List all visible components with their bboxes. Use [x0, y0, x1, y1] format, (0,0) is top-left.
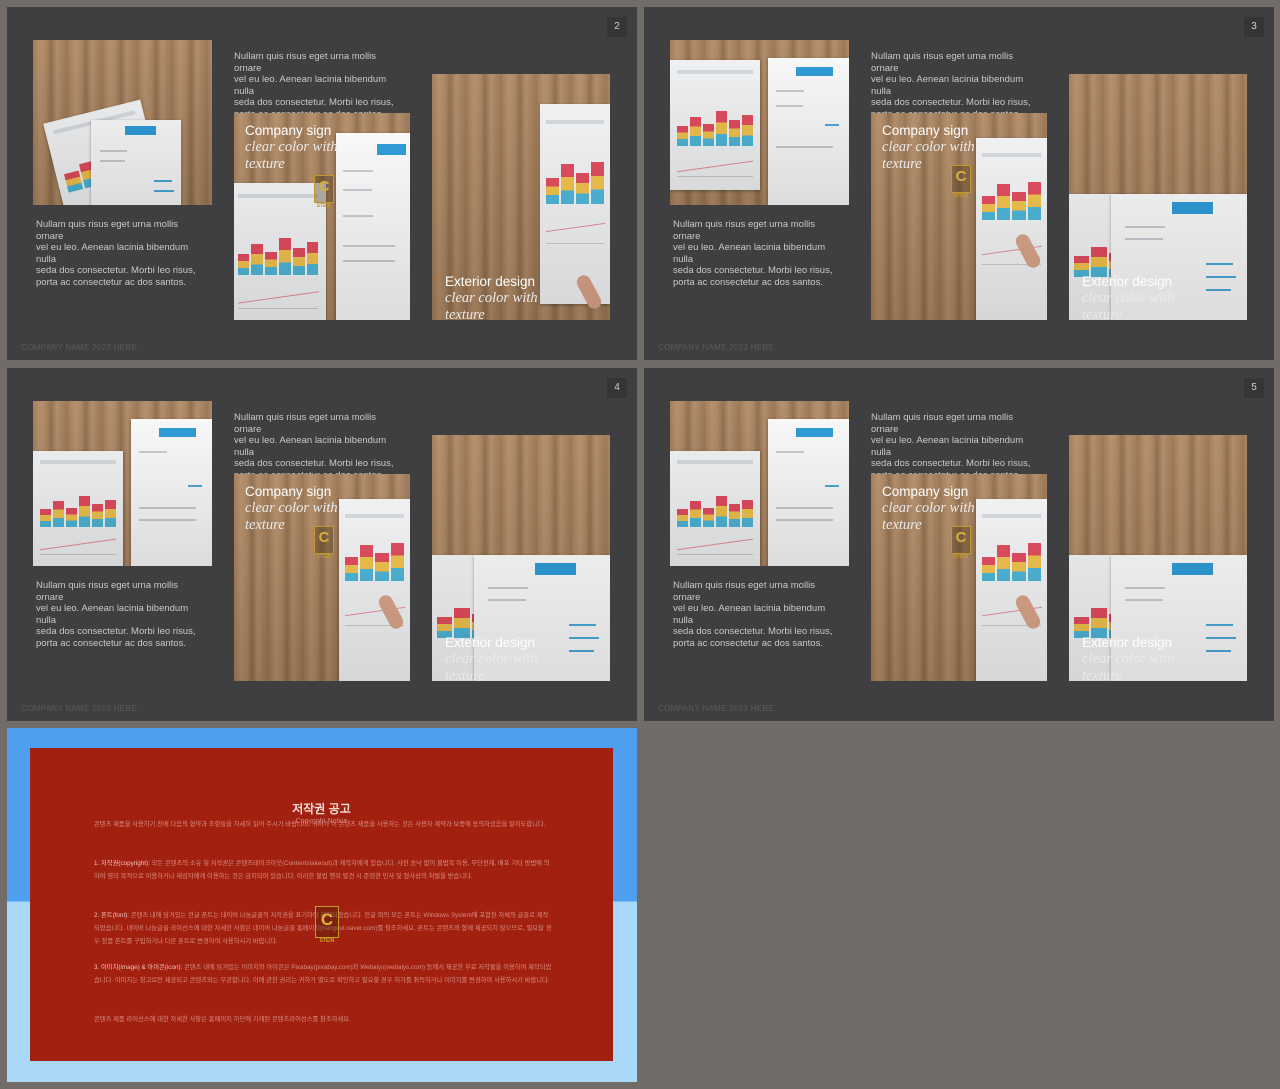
slide-number: 4: [607, 378, 627, 398]
caption-exterior-design: Exterior design clear color with texture: [1082, 274, 1175, 323]
caption-title: Exterior design: [1082, 274, 1173, 289]
photo-top-left: [670, 40, 849, 205]
brand-logo-badge: C STEIN: [314, 175, 334, 209]
caption-subtitle: clear color with texture: [245, 139, 338, 172]
copyright-intro: 콘텐츠 제품을 사용하기 전에 다음의 협약과 조항들을 자세히 읽어 주시기 …: [94, 821, 546, 828]
caption-title: Exterior design: [1082, 635, 1173, 650]
paragraph-top: Nullam quis risus eget urna mollis ornar…: [234, 412, 394, 481]
paragraph-bottom: Nullam quis risus eget urna mollis ornar…: [673, 580, 833, 649]
slide-number: 5: [1244, 378, 1264, 398]
copyright-title: 저작권 공고: [292, 802, 351, 816]
caption-exterior-design: Exterior design clear color with texture: [445, 274, 538, 323]
copyright-section-3: 3. 이미지(image) & 아이콘(icon): 콘텐츠 내에 담겨있는 이…: [94, 964, 552, 984]
caption-company-sign: Company sign clear color with texture: [882, 123, 975, 172]
caption-subtitle: clear color with texture: [245, 500, 338, 533]
slide-5[interactable]: 5 Nullam quis risus eget urna mollis orn…: [644, 368, 1274, 721]
caption-title: Company sign: [245, 123, 332, 138]
caption-title: Exterior design: [445, 635, 536, 650]
paragraph-top: Nullam quis risus eget urna mollis ornar…: [234, 51, 394, 120]
photo-top-left: [33, 40, 212, 205]
paragraph-bottom: Nullam quis risus eget urna mollis ornar…: [36, 580, 196, 649]
brand-logo-badge: C STEIN: [315, 906, 339, 944]
slide-2[interactable]: 2 Nullam quis risus eget urna mollis orn…: [7, 7, 637, 360]
paragraph-bottom: Nullam quis risus eget urna mollis ornar…: [673, 219, 833, 288]
caption-subtitle: clear color with texture: [1082, 290, 1175, 323]
caption-title: Company sign: [882, 123, 969, 138]
paragraph-top: Nullam quis risus eget urna mollis ornar…: [871, 51, 1031, 120]
caption-company-sign: Company sign clear color with texture: [245, 484, 338, 533]
caption-exterior-design: Exterior design clear color with texture: [445, 635, 538, 684]
paragraph-bottom: Nullam quis risus eget urna mollis ornar…: [36, 219, 196, 288]
copyright-outro: 콘텐츠 제품 라이선스에 대한 자세한 사항은 홈페이지 하단에 기재된 콘텐츠…: [94, 1016, 351, 1023]
caption-subtitle: clear color with texture: [882, 139, 975, 172]
caption-title: Company sign: [882, 484, 969, 499]
slide-4[interactable]: 4 Nullam quis risus eget urna mollis orn…: [7, 368, 637, 721]
caption-subtitle: clear color with texture: [445, 290, 538, 323]
caption-title: Company sign: [245, 484, 332, 499]
photo-top-left: [33, 401, 212, 566]
copyright-section-1: 1. 저작권(copyright): 모든 콘텐츠의 소유 및 저작권은 콘텐츠…: [94, 860, 550, 880]
caption-company-sign: Company sign clear color with texture: [882, 484, 975, 533]
slide-footer: COMPANY NAME 2023 HERE: [21, 343, 138, 352]
caption-company-sign: Company sign clear color with texture: [245, 123, 338, 172]
slide-number: 2: [607, 17, 627, 37]
caption-subtitle: clear color with texture: [445, 651, 538, 684]
photo-top-left: [670, 401, 849, 566]
caption-subtitle: clear color with texture: [882, 500, 975, 533]
copyright-slide[interactable]: 저작권 공고 Copyright Notice 콘텐츠 제품을 사용하기 전에 …: [7, 728, 637, 1082]
slide-footer: COMPANY NAME 2023 HERE: [658, 704, 775, 713]
copyright-panel: 저작권 공고 Copyright Notice 콘텐츠 제품을 사용하기 전에 …: [30, 748, 613, 1061]
caption-exterior-design: Exterior design clear color with texture: [1082, 635, 1175, 684]
caption-title: Exterior design: [445, 274, 536, 289]
slide-footer: COMPANY NAME 2023 HERE: [21, 704, 138, 713]
slide-3[interactable]: 3 Nullam quis risus eget urna mollis orn…: [644, 7, 1274, 360]
slide-footer: COMPANY NAME 2023 HERE: [658, 343, 775, 352]
paragraph-top: Nullam quis risus eget urna mollis ornar…: [871, 412, 1031, 481]
slide-number: 3: [1244, 17, 1264, 37]
caption-subtitle: clear color with texture: [1082, 651, 1175, 684]
